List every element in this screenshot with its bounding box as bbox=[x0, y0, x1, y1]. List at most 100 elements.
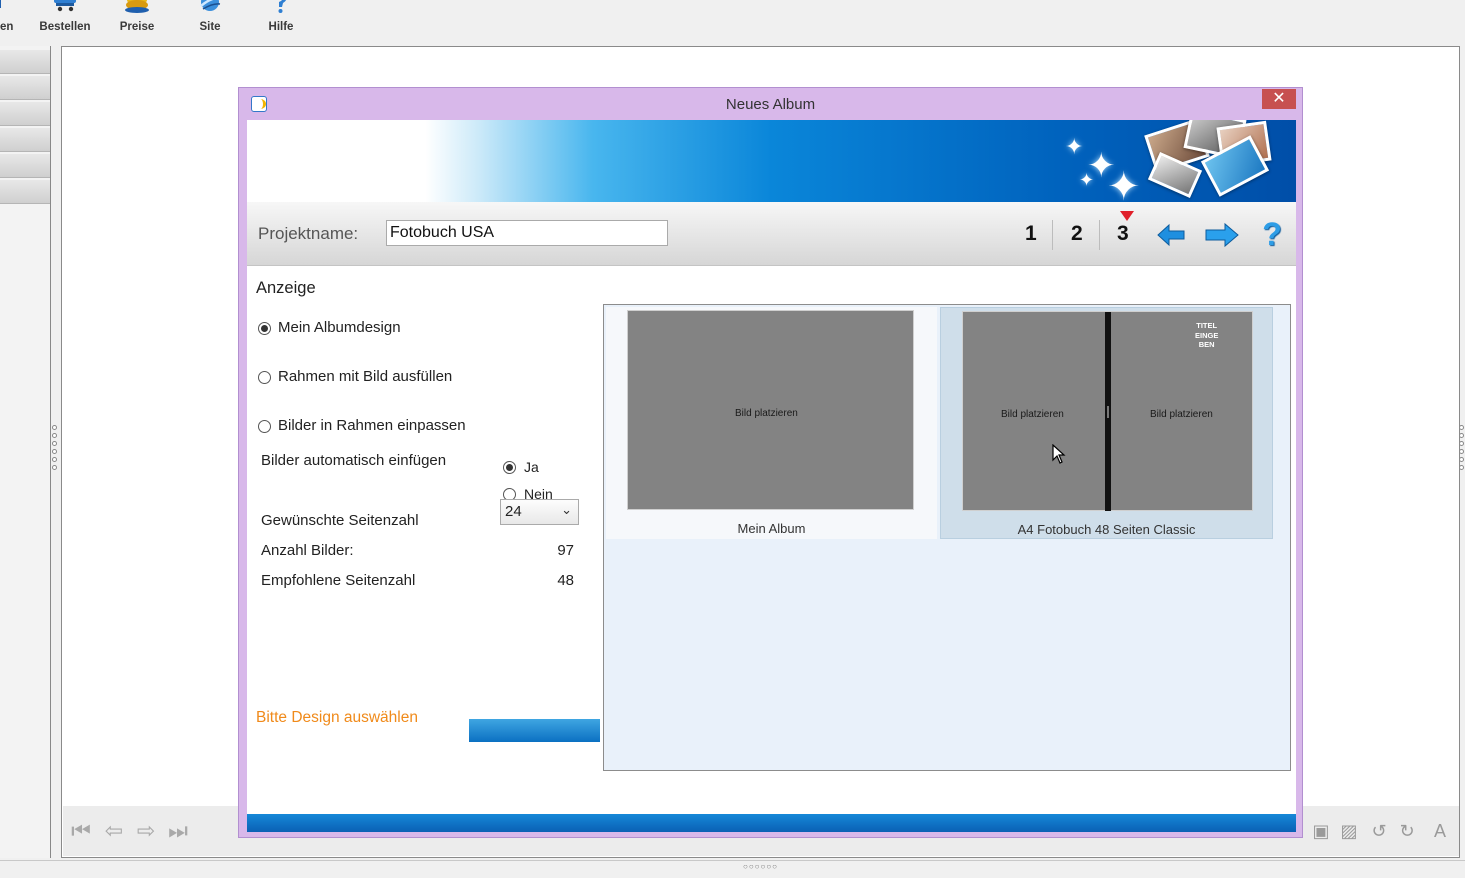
toolbar-item-label: en bbox=[0, 21, 14, 33]
design-name: Mein Album bbox=[737, 521, 806, 536]
first-page-button[interactable]: ⏮ bbox=[68, 818, 94, 844]
title-placeholder: TITEL EINGE BEN bbox=[1195, 321, 1218, 350]
design-hint-text: Bitte Design auswählen bbox=[256, 709, 418, 726]
project-name-label: Projektname: bbox=[258, 224, 359, 243]
globe-icon bbox=[200, 0, 221, 11]
auto-insert-option-label[interactable]: Ja bbox=[524, 459, 539, 475]
sidebar-tab[interactable] bbox=[0, 50, 50, 74]
toolbar-item-label: Site bbox=[199, 21, 221, 33]
redo-icon: ↻ bbox=[1399, 821, 1415, 841]
page-count-select[interactable]: 24 ⌄ bbox=[500, 499, 579, 525]
text-icon: A bbox=[1433, 821, 1446, 841]
coins-icon bbox=[125, 0, 149, 13]
auto-insert-radio-ja[interactable] bbox=[503, 461, 516, 474]
toolbar-item-preise[interactable]: Preise bbox=[102, 0, 172, 40]
placeholder-text: Bild platzieren bbox=[735, 408, 798, 419]
layout-radio-fill-frame[interactable] bbox=[258, 371, 271, 384]
first-page-icon: ⏮ bbox=[71, 818, 91, 843]
redo-button[interactable]: ↻ bbox=[1396, 820, 1418, 842]
sidebar-tab[interactable] bbox=[0, 128, 50, 152]
design-thumbnail: Bild platzieren Bild platzieren TITEL EI… bbox=[962, 311, 1253, 511]
partial-icon bbox=[0, 0, 1, 8]
auto-insert-label: Bilder automatisch einfügen bbox=[261, 452, 447, 469]
design-thumbnail: Bild platzieren bbox=[627, 310, 914, 510]
design-card-mein-album[interactable]: Bild platzieren Mein Album bbox=[606, 307, 937, 539]
page-view-button[interactable]: ▣ bbox=[1310, 820, 1332, 842]
placeholder-text: Bild platzieren bbox=[1150, 409, 1213, 420]
sparkle-icon: ✦ bbox=[1079, 170, 1095, 190]
page-count-value: 24 bbox=[505, 503, 522, 520]
toolbar-item-label: Preise bbox=[119, 21, 155, 33]
page-count-label: Gewünschte Seitenzahl bbox=[261, 512, 419, 529]
help-button[interactable]: ? bbox=[1259, 216, 1285, 252]
bottom-splitter-grip[interactable]: ○○○○○○ bbox=[743, 862, 778, 871]
left-splitter-grip[interactable] bbox=[52, 425, 58, 481]
sidebar-tab[interactable] bbox=[0, 102, 50, 126]
previous-page-button[interactable]: ⇦ bbox=[101, 818, 127, 844]
sidebar-tab[interactable] bbox=[0, 76, 50, 100]
section-heading: Anzeige bbox=[256, 279, 316, 297]
layout-option-label[interactable]: Mein Albumdesign bbox=[278, 319, 401, 336]
image-count-label: Anzahl Bilder: bbox=[261, 542, 354, 559]
step-3-button[interactable]: 3 bbox=[1117, 222, 1129, 246]
forward-arrow-button[interactable] bbox=[1203, 220, 1241, 250]
last-page-button[interactable]: ⏭ bbox=[165, 818, 191, 844]
question-mark-icon: ? bbox=[1262, 216, 1282, 252]
image-count-value: 97 bbox=[557, 542, 574, 559]
undo-button[interactable]: ↺ bbox=[1368, 820, 1390, 842]
toolbar-item-label: Bestellen bbox=[39, 21, 91, 33]
undo-icon: ↺ bbox=[1371, 821, 1387, 841]
design-gallery: Bild platzieren Mein Album Bild platzier… bbox=[603, 304, 1291, 771]
dialog-title: Neues Album bbox=[725, 96, 816, 113]
design-name: A4 Fotobuch 48 Seiten Classic bbox=[1017, 522, 1196, 537]
layout-radio-fit-frame[interactable] bbox=[258, 420, 271, 433]
page-icon: ▣ bbox=[1312, 821, 1330, 841]
dialog-titlebar[interactable]: Neues Album ✕ bbox=[239, 88, 1302, 120]
toolbar-item-partial[interactable]: en bbox=[0, 0, 16, 40]
dialog-footer-bar bbox=[247, 814, 1296, 832]
sparkle-icon: ✦ bbox=[1065, 134, 1084, 159]
recommended-pages-label: Empfohlene Seitenzahl bbox=[261, 572, 416, 589]
image-icon: ▨ bbox=[1340, 821, 1358, 841]
project-bar: Projektname: 1 2 3 ? bbox=[247, 202, 1296, 266]
title-line: BEN bbox=[1198, 340, 1215, 349]
new-album-dialog: Neues Album ✕ ✦ ✦ ✦ ✦ Projektname: 1 2 3 bbox=[238, 87, 1303, 838]
sidebar-tab[interactable] bbox=[0, 180, 50, 204]
placeholder-text: Bild platzieren bbox=[1001, 409, 1064, 420]
arrow-right-icon bbox=[1205, 222, 1239, 248]
toolbar-item-hilfe[interactable]: Hilfe bbox=[246, 0, 316, 40]
recommended-pages-value: 48 bbox=[557, 572, 574, 589]
current-step-marker bbox=[1120, 211, 1134, 221]
dialog-banner: ✦ ✦ ✦ ✦ bbox=[247, 120, 1296, 202]
info-icon bbox=[278, 0, 287, 13]
text-tool-button[interactable]: A bbox=[1429, 820, 1451, 842]
sidebar-tab[interactable] bbox=[0, 154, 50, 178]
toolbar-item-bestellen[interactable]: Bestellen bbox=[30, 0, 100, 40]
image-view-button[interactable]: ▨ bbox=[1338, 820, 1360, 842]
dialog-body: ✦ ✦ ✦ ✦ Projektname: 1 2 3 bbox=[247, 120, 1296, 832]
main-toolbar: en Bestellen Preise Site Hilfe bbox=[0, 0, 1465, 44]
toolbar-item-site[interactable]: Site bbox=[175, 0, 245, 40]
title-line: EINGE bbox=[1195, 330, 1219, 340]
back-arrow-button[interactable] bbox=[1155, 220, 1187, 250]
status-bar: ○○○○○○ bbox=[0, 860, 1465, 878]
settings-panel: Anzeige Mein Albumdesign Rahmen mit Bild… bbox=[247, 267, 599, 827]
step-divider bbox=[1052, 220, 1053, 250]
layout-option-label[interactable]: Rahmen mit Bild ausfüllen bbox=[278, 368, 452, 385]
layout-radio-albumdesign[interactable] bbox=[258, 322, 271, 335]
cart-icon bbox=[54, 0, 76, 12]
project-name-input[interactable] bbox=[386, 220, 668, 246]
title-line: TITEL bbox=[1196, 321, 1218, 330]
progress-bar bbox=[469, 719, 600, 742]
arrow-right-icon: ⇨ bbox=[136, 818, 156, 843]
step-2-button[interactable]: 2 bbox=[1071, 222, 1083, 246]
design-card-a4-classic[interactable]: Bild platzieren Bild platzieren TITEL EI… bbox=[940, 307, 1273, 539]
mouse-cursor-icon bbox=[1052, 444, 1066, 464]
book-spine bbox=[1105, 312, 1111, 511]
step-1-button[interactable]: 1 bbox=[1025, 222, 1037, 246]
close-button[interactable]: ✕ bbox=[1262, 89, 1296, 109]
arrow-left-icon: ⇦ bbox=[104, 818, 124, 843]
next-page-button[interactable]: ⇨ bbox=[133, 818, 159, 844]
layout-option-label[interactable]: Bilder in Rahmen einpassen bbox=[278, 417, 466, 434]
sparkle-icon: ✦ bbox=[1107, 165, 1141, 202]
